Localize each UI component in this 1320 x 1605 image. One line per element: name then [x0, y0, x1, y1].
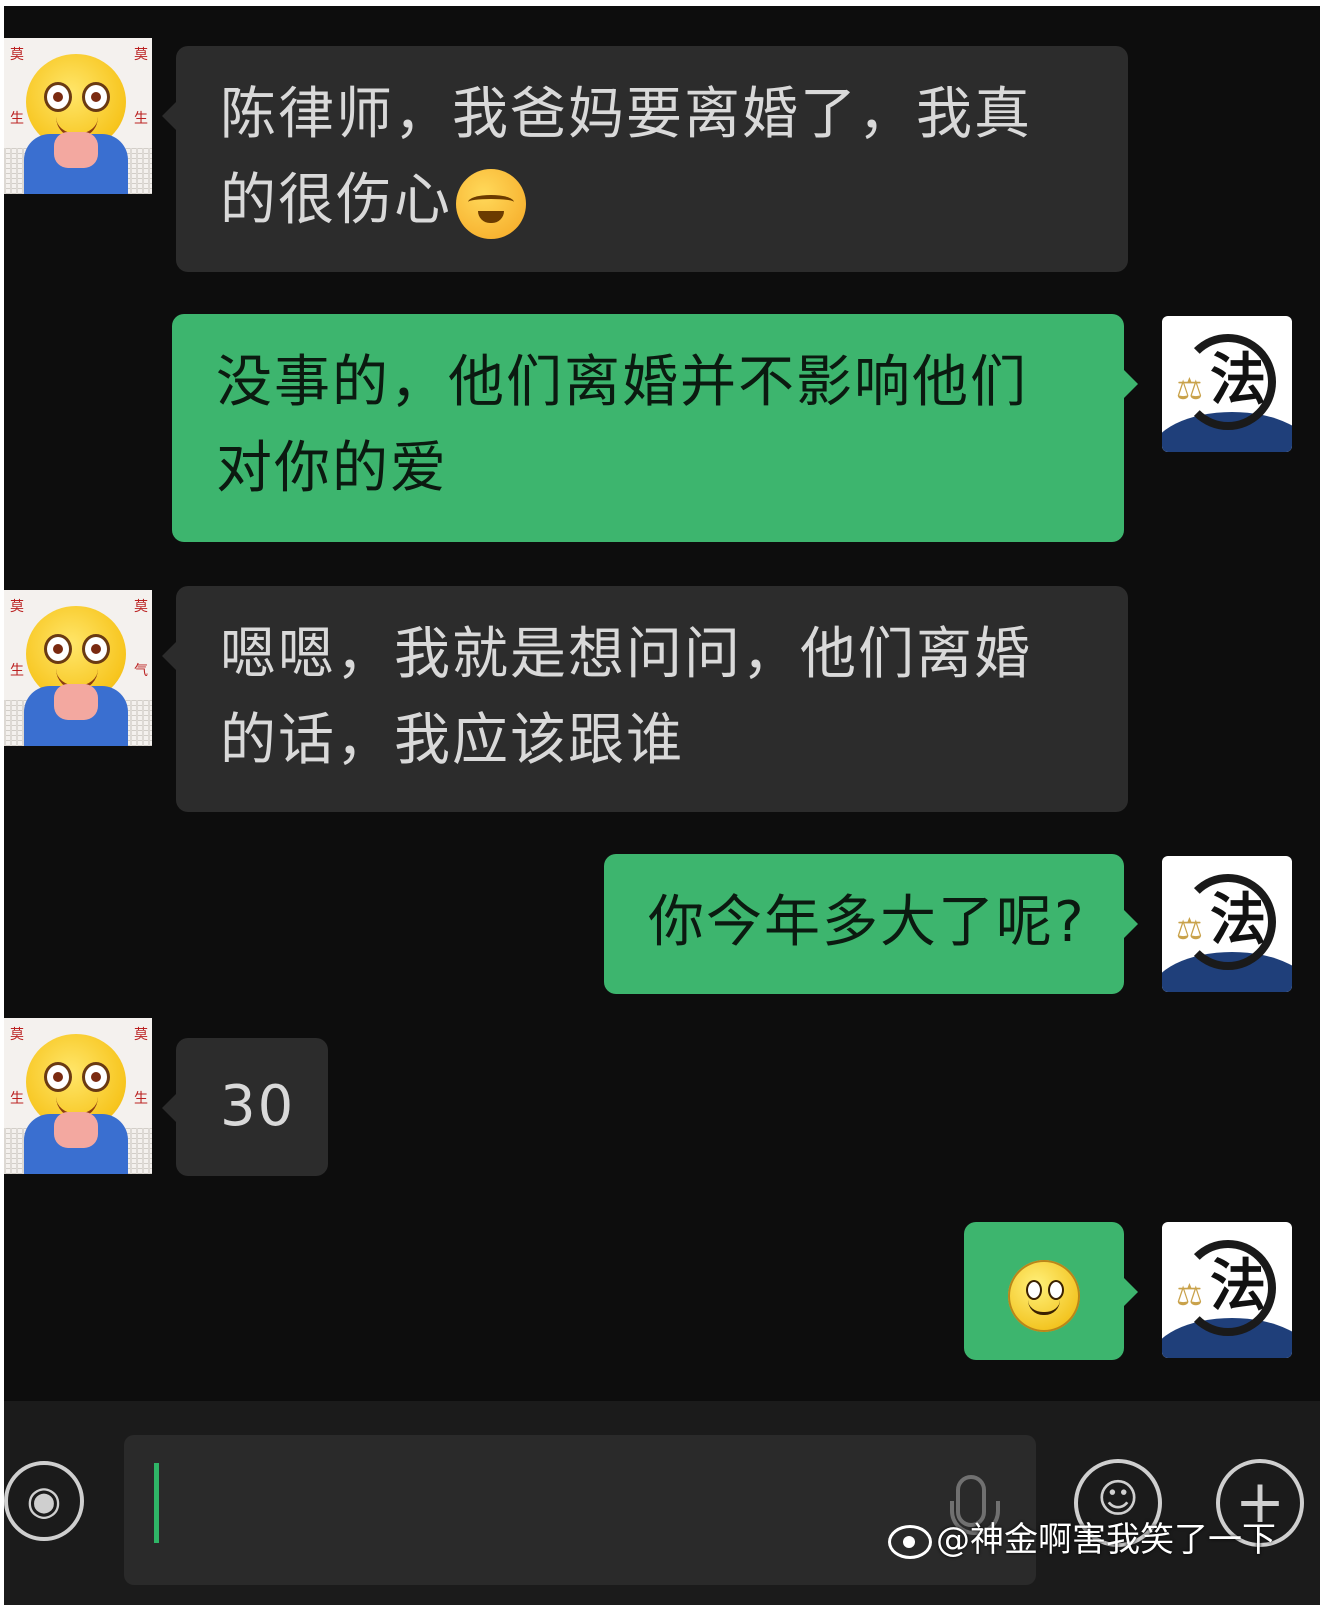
message-bubble-incoming[interactable]: 陈律师，我爸妈要离婚了，我真的很伤心	[162, 46, 1128, 272]
avatar-char: 生	[134, 111, 148, 127]
message-text: 30	[220, 1074, 296, 1139]
message-text: 你今年多大了呢?	[648, 890, 1086, 955]
weibo-icon	[888, 1524, 932, 1559]
message-text: 没事的，他们离婚并不影响他们对你的爱	[216, 350, 1028, 501]
message-bubble-outgoing[interactable]	[964, 1222, 1138, 1360]
input-bar: ◉ ☺ +	[4, 1401, 1320, 1605]
law-logo-icon: 法	[1210, 887, 1266, 953]
avatar-char: 莫	[134, 599, 148, 615]
contact-avatar[interactable]: 莫 莫 生 生	[4, 38, 152, 194]
contact-avatar[interactable]: 莫 莫 生 气	[4, 590, 152, 746]
crying-laughing-emoji-icon	[456, 168, 526, 239]
contact-avatar[interactable]: 莫 莫 生 生	[4, 1018, 152, 1174]
watermark: @神金啊害我笑了一下	[888, 1512, 1276, 1561]
message-text: 陈律师，我爸妈要离婚了，我真的很伤心	[220, 72, 1088, 244]
message-text: 嗯嗯，我就是想问问，他们离婚的话，我应该跟谁	[220, 622, 1032, 773]
avatar-char: 气	[134, 663, 148, 679]
avatar-char: 生	[10, 111, 24, 127]
avatar-char: 莫	[10, 47, 24, 63]
avatar-char: 莫	[134, 1027, 148, 1043]
avatar-char: 莫	[134, 47, 148, 63]
lawyer-avatar[interactable]: ⚖ 法	[1162, 856, 1292, 992]
avatar-char: 生	[10, 1091, 24, 1107]
watermark-text: @神金啊害我笑了一下	[936, 1520, 1276, 1560]
law-logo-icon: 法	[1210, 347, 1266, 413]
lawyer-avatar[interactable]: ⚖ 法	[1162, 316, 1292, 452]
message-bubble-incoming[interactable]: 30	[162, 1038, 328, 1176]
avatar-char: 生	[10, 663, 24, 679]
text-caret	[154, 1463, 159, 1543]
avatar-char: 莫	[10, 599, 24, 615]
message-bubble-incoming[interactable]: 嗯嗯，我就是想问问，他们离婚的话，我应该跟谁	[162, 586, 1128, 812]
message-bubble-outgoing[interactable]: 没事的，他们离婚并不影响他们对你的爱	[172, 314, 1138, 542]
message-input[interactable]	[124, 1435, 1036, 1585]
chat-screen: 莫 莫 生 生 陈律师，我爸妈要离婚了，我真的很伤心 没事的，他们离婚并不影响他…	[4, 6, 1320, 1605]
avatar-char: 生	[134, 1091, 148, 1107]
lawyer-avatar[interactable]: ⚖ 法	[1162, 1222, 1292, 1358]
avatar-char: 莫	[10, 1027, 24, 1043]
voice-icon[interactable]: ◉	[4, 1461, 84, 1541]
smile-emoji-icon	[1008, 1260, 1080, 1332]
law-logo-icon: 法	[1210, 1253, 1266, 1319]
message-bubble-outgoing[interactable]: 你今年多大了呢?	[604, 854, 1138, 994]
